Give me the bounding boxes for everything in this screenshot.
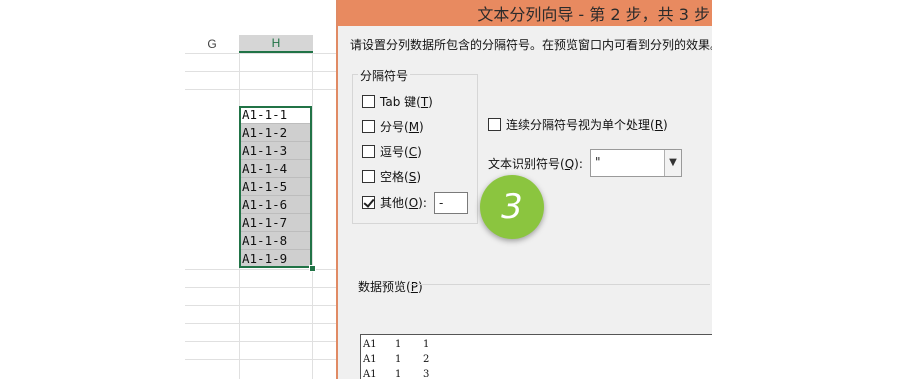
checkbox-box-checked[interactable] bbox=[362, 196, 375, 209]
preview-label-text: 数据预览( bbox=[358, 280, 411, 294]
tab-label-tail: ) bbox=[428, 95, 433, 109]
column-header-g[interactable]: G bbox=[185, 35, 239, 53]
tab-label: Tab 键( bbox=[380, 95, 421, 109]
other-hotkey: O bbox=[408, 196, 419, 210]
selection-border bbox=[239, 106, 312, 268]
instruction-text: 请设置分列数据所包含的分隔符号。在预览窗口内可看到分列的效果。 bbox=[350, 38, 712, 52]
preview-cell: 1 bbox=[423, 339, 430, 350]
other-label: 其他( bbox=[380, 196, 409, 210]
grid-line bbox=[185, 89, 340, 90]
text-qualifier-select[interactable]: " ▼ bbox=[590, 149, 682, 177]
text-qualifier-value: " bbox=[595, 155, 601, 169]
preview-label-tail: ) bbox=[417, 280, 423, 294]
preview-cell: 1 bbox=[395, 354, 402, 365]
semicolon-label: 分号( bbox=[380, 120, 409, 134]
consecutive-delimiters-checkbox[interactable]: 连续分隔符号视为单个处理(R) bbox=[488, 116, 668, 133]
comma-label-tail: ) bbox=[417, 145, 422, 159]
consecutive-label-tail: ) bbox=[663, 118, 668, 132]
delimiters-legend: 分隔符号 bbox=[358, 67, 411, 84]
checkbox-box[interactable] bbox=[362, 170, 375, 183]
tab-checkbox[interactable]: Tab 键(T) bbox=[362, 94, 433, 110]
dialog-title: 文本分列向导 - 第 2 步，共 3 步 bbox=[477, 5, 710, 24]
grid-line bbox=[185, 287, 340, 288]
semicolon-hotkey: M bbox=[408, 120, 420, 134]
checkbox-box[interactable] bbox=[362, 95, 375, 108]
preview-cell: A1 bbox=[363, 354, 377, 365]
data-preview-label: 数据预览(P) bbox=[358, 278, 423, 295]
semicolon-checkbox[interactable]: 分号(M) bbox=[362, 119, 424, 135]
consecutive-hotkey: R bbox=[654, 118, 664, 132]
qualifier-label-tail: ): bbox=[574, 157, 583, 171]
qualifier-label-text: 文本识别符号( bbox=[488, 157, 565, 171]
dialog-title-bar[interactable]: 文本分列向导 - 第 2 步，共 3 步 bbox=[338, 0, 712, 26]
grid-line bbox=[185, 53, 340, 54]
other-delimiter-input[interactable]: - bbox=[434, 192, 468, 214]
consecutive-label: 连续分隔符号视为单个处理( bbox=[506, 118, 655, 132]
other-label-tail: ): bbox=[418, 196, 427, 210]
preview-cell: 2 bbox=[423, 354, 430, 365]
comma-hotkey: C bbox=[408, 145, 418, 159]
preview-cell: 1 bbox=[395, 339, 402, 350]
step-number-badge: 3 bbox=[480, 175, 544, 239]
column-header-h[interactable]: H bbox=[239, 35, 313, 53]
preview-cell: A1 bbox=[363, 339, 377, 350]
space-label-tail: ) bbox=[416, 170, 421, 184]
fill-handle[interactable] bbox=[309, 265, 316, 272]
grid-line bbox=[185, 305, 340, 306]
checkbox-box[interactable] bbox=[362, 120, 375, 133]
grid-line bbox=[185, 323, 340, 324]
checkbox-box[interactable] bbox=[362, 145, 375, 158]
comma-checkbox[interactable]: 逗号(C) bbox=[362, 144, 422, 160]
qualifier-hotkey: Q bbox=[564, 157, 575, 171]
preview-divider bbox=[410, 284, 710, 285]
space-checkbox[interactable]: 空格(S) bbox=[362, 169, 421, 185]
space-label: 空格( bbox=[380, 170, 409, 184]
checkbox-box[interactable] bbox=[488, 118, 501, 131]
preview-cell: 3 bbox=[423, 369, 430, 379]
grid-line bbox=[185, 269, 340, 270]
preview-cell: A1 bbox=[363, 369, 377, 379]
other-checkbox[interactable]: 其他(O): bbox=[362, 195, 427, 211]
grid-line bbox=[185, 359, 340, 360]
semicolon-label-tail: ) bbox=[419, 120, 424, 134]
grid-line bbox=[185, 341, 340, 342]
comma-label: 逗号( bbox=[380, 145, 409, 159]
chevron-down-icon[interactable]: ▼ bbox=[664, 150, 681, 176]
grid-line bbox=[185, 71, 340, 72]
spreadsheet-area: G H A1-1-1 A1-1-2 A1-1-3 A1-1-4 A1-1-5 A… bbox=[185, 0, 340, 379]
text-qualifier-label: 文本识别符号(Q): bbox=[488, 155, 583, 172]
grid-line bbox=[312, 53, 313, 379]
preview-hotkey: P bbox=[410, 280, 418, 294]
preview-cell: 1 bbox=[395, 369, 402, 379]
data-preview-pane[interactable]: A1 1 1 A1 1 2 A1 1 3 bbox=[360, 334, 712, 379]
